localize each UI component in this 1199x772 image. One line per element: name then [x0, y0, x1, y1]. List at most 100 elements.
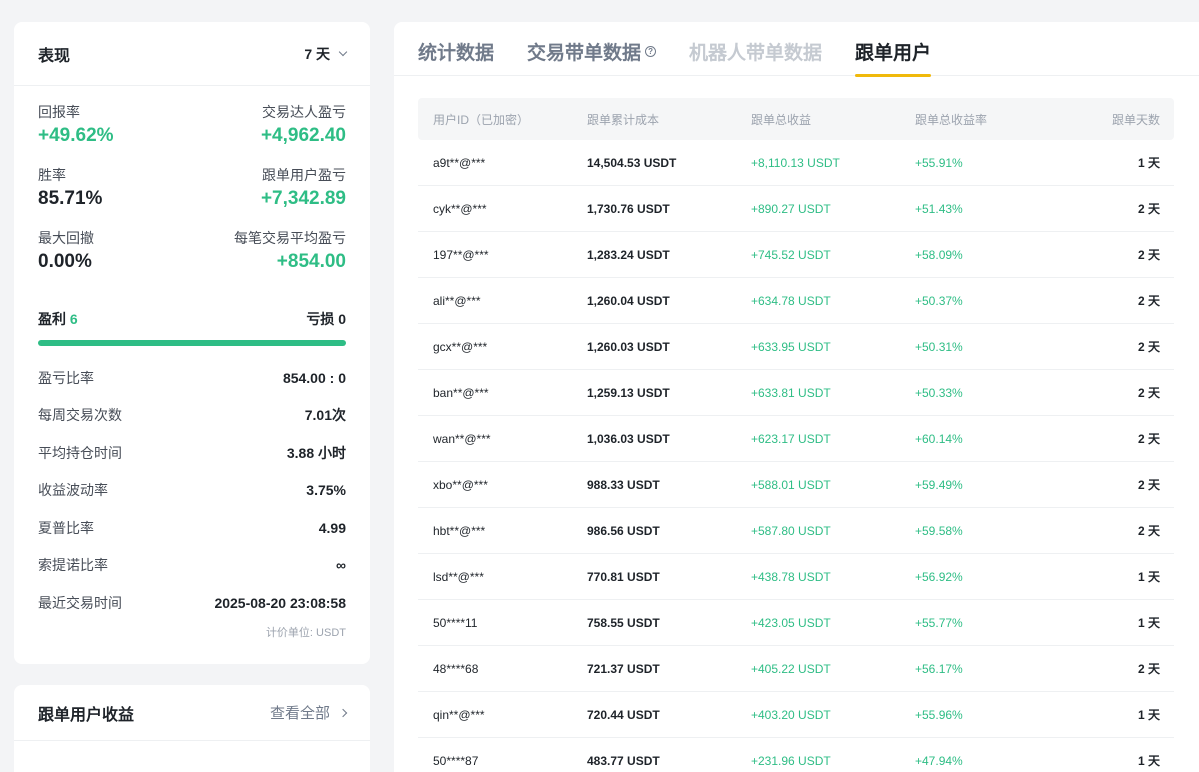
win-loss-bar	[38, 340, 346, 346]
user-id-cell: qin**@***	[433, 707, 485, 722]
user-id-cell: 48****68	[433, 661, 479, 676]
max-drawdown-label: 最大回撤	[38, 230, 94, 246]
days-cell: 2 天	[1137, 294, 1160, 308]
cost-cell: 988.33 USDT	[587, 477, 660, 492]
table-row: wan**@*** 1,036.03 USDT +623.17 USDT +60.14…	[418, 416, 1174, 462]
table-row: qin**@*** 720.44 USDT +403.20 USDT +55.96% 1…	[418, 692, 1174, 738]
tab-bot-lead-data[interactable]: 机器人带单数据	[689, 22, 822, 76]
profit-rate-cell: +50.31%	[915, 339, 963, 354]
trader-pnl-label: 交易达人盈亏	[262, 104, 346, 120]
cost-cell: 1,730.76 USDT	[587, 201, 670, 216]
profit-rate-cell: +55.91%	[915, 155, 963, 170]
cost-cell: 14,504.53 USDT	[587, 155, 677, 170]
col-user-id: 用户ID（已加密）	[433, 112, 530, 127]
win-loss-summary: 盈利 6 亏损 0	[38, 309, 346, 346]
tab-bar: 统计数据 交易带单数据? 机器人带单数据 跟单用户	[394, 22, 1199, 77]
cost-cell: 1,259.13 USDT	[587, 385, 670, 400]
profit-rate-cell: +59.58%	[915, 523, 963, 538]
info-icon[interactable]: ?	[645, 46, 657, 57]
avg-pnl-label: 每笔交易平均盈亏	[234, 230, 346, 246]
days-cell: 2 天	[1137, 386, 1160, 400]
metric-row: 胜率 85.71% 跟单用户盈亏 +7,342.89	[38, 167, 346, 230]
days-cell: 2 天	[1137, 524, 1160, 538]
profit-cell: +438.78 USDT	[751, 569, 831, 584]
cost-cell: 758.55 USDT	[587, 615, 660, 630]
cost-cell: 1,260.03 USDT	[587, 339, 670, 354]
metric-row: 回报率 +49.62% 交易达人盈亏 +4,962.40	[38, 104, 346, 167]
performance-title: 表现	[38, 47, 71, 65]
stat-row: 收益波动率 3.75%	[38, 482, 346, 499]
performance-header: 表现 7 天	[14, 22, 370, 86]
see-all-link[interactable]: 查看全部	[270, 702, 348, 723]
cost-cell: 1,036.03 USDT	[587, 431, 670, 446]
days-cell: 2 天	[1137, 340, 1160, 354]
table-row: ali**@*** 1,260.04 USDT +634.78 USDT +50.37…	[418, 278, 1174, 324]
cost-cell: 770.81 USDT	[587, 569, 660, 584]
cost-cell: 1,260.04 USDT	[587, 293, 670, 308]
profit-rate-cell: +47.94%	[915, 753, 963, 768]
user-id-cell: 197**@***	[433, 247, 489, 262]
profit-rate-cell: +56.17%	[915, 661, 963, 676]
copy-earnings-header: 跟单用户收益 查看全部	[14, 685, 370, 741]
profit-rate-cell: +50.33%	[915, 385, 963, 400]
table-row: gcx**@*** 1,260.03 USDT +633.95 USDT +50.31…	[418, 324, 1174, 370]
period-label: 7 天	[304, 45, 330, 62]
table-row: lsd**@*** 770.81 USDT +438.78 USDT +56.92% 1…	[418, 554, 1174, 600]
tab-statistics[interactable]: 统计数据	[418, 22, 494, 76]
copy-users-table: 用户ID（已加密） 跟单累计成本 跟单总收益 跟单总收益率 跟单天数 a9t**…	[418, 98, 1174, 772]
cost-cell: 721.37 USDT	[587, 661, 660, 676]
profit-rate-cell: +59.49%	[915, 477, 963, 492]
col-profit-rate: 跟单总收益率	[915, 112, 988, 127]
table-row: a9t**@*** 14,504.53 USDT +8,110.13 USDT +55…	[418, 140, 1174, 186]
days-cell: 2 天	[1137, 478, 1160, 492]
metric-row: 最大回撤 0.00% 每笔交易平均盈亏 +854.00	[38, 230, 346, 293]
stat-row: 夏普比率 4.99	[38, 519, 346, 536]
chevron-right-icon	[338, 708, 348, 717]
performance-card: 表现 7 天 回报率 +49.62% 交易达人盈亏 +4,962.40 胜率 8…	[14, 22, 370, 664]
col-days: 跟单天数	[1111, 112, 1160, 127]
cost-cell: 720.44 USDT	[587, 707, 660, 722]
user-id-cell: hbt**@***	[433, 523, 486, 538]
profit-cell: +405.22 USDT	[751, 661, 831, 676]
return-rate-value: +49.62%	[38, 125, 114, 146]
cost-cell: 483.77 USDT	[587, 753, 660, 768]
days-cell: 1 天	[1137, 570, 1160, 584]
profit-rate-cell: +51.43%	[915, 201, 963, 216]
tab-copy-users[interactable]: 跟单用户	[855, 22, 932, 77]
profit-cell: +745.52 USDT	[751, 247, 831, 262]
days-cell: 1 天	[1137, 754, 1160, 768]
stat-row: 平均持仓时间 3.88 小时	[38, 444, 346, 461]
chevron-down-icon	[338, 47, 348, 56]
trader-pnl-value: +4,962.40	[260, 125, 346, 146]
profit-rate-cell: +60.14%	[915, 431, 963, 446]
profit-cell: +633.95 USDT	[751, 339, 831, 354]
profit-cell: +633.81 USDT	[751, 385, 831, 400]
table-row: hbt**@*** 986.56 USDT +587.80 USDT +59.58% 2…	[418, 508, 1174, 554]
profit-cell: +587.80 USDT	[751, 523, 831, 538]
user-id-cell: wan**@***	[433, 431, 491, 446]
col-profit: 跟单总收益	[751, 112, 812, 127]
profit-rate-cell: +58.09%	[915, 247, 963, 262]
copier-pnl-value: +7,342.89	[260, 188, 346, 209]
stat-row: 盈亏比率 854.00 : 0	[38, 369, 346, 386]
stats-list: 盈亏比率 854.00 : 0 每周交易次数 7.01次 平均持仓时间 3.88 小时…	[38, 359, 346, 622]
table-row: 50****11 758.55 USDT +423.05 USDT +55.77% 1 …	[418, 600, 1174, 646]
days-cell: 1 天	[1137, 156, 1160, 170]
profit-cell: +8,110.13 USDT	[751, 155, 840, 170]
profit-cell: +634.78 USDT	[751, 293, 831, 308]
days-cell: 1 天	[1137, 708, 1160, 722]
user-id-cell: ban**@***	[433, 385, 489, 400]
win-rate-label: 胜率	[38, 167, 66, 183]
table-header: 用户ID（已加密） 跟单累计成本 跟单总收益 跟单总收益率 跟单天数	[418, 98, 1174, 140]
profit-rate-cell: +56.92%	[915, 569, 963, 584]
user-id-cell: lsd**@***	[433, 569, 484, 584]
win-rate-value: 85.71%	[38, 188, 103, 209]
table-row: 50****87 483.77 USDT +231.96 USDT +47.94% 1 …	[418, 738, 1174, 772]
stat-row: 索提诺比率 ∞	[38, 557, 346, 574]
tab-trade-lead-data[interactable]: 交易带单数据?	[527, 22, 657, 76]
user-id-cell: 50****11	[433, 615, 478, 630]
period-selector[interactable]: 7 天	[304, 44, 348, 64]
user-id-cell: 50****87	[433, 753, 479, 768]
days-cell: 2 天	[1137, 432, 1160, 446]
profit-cell: +890.27 USDT	[751, 201, 831, 216]
